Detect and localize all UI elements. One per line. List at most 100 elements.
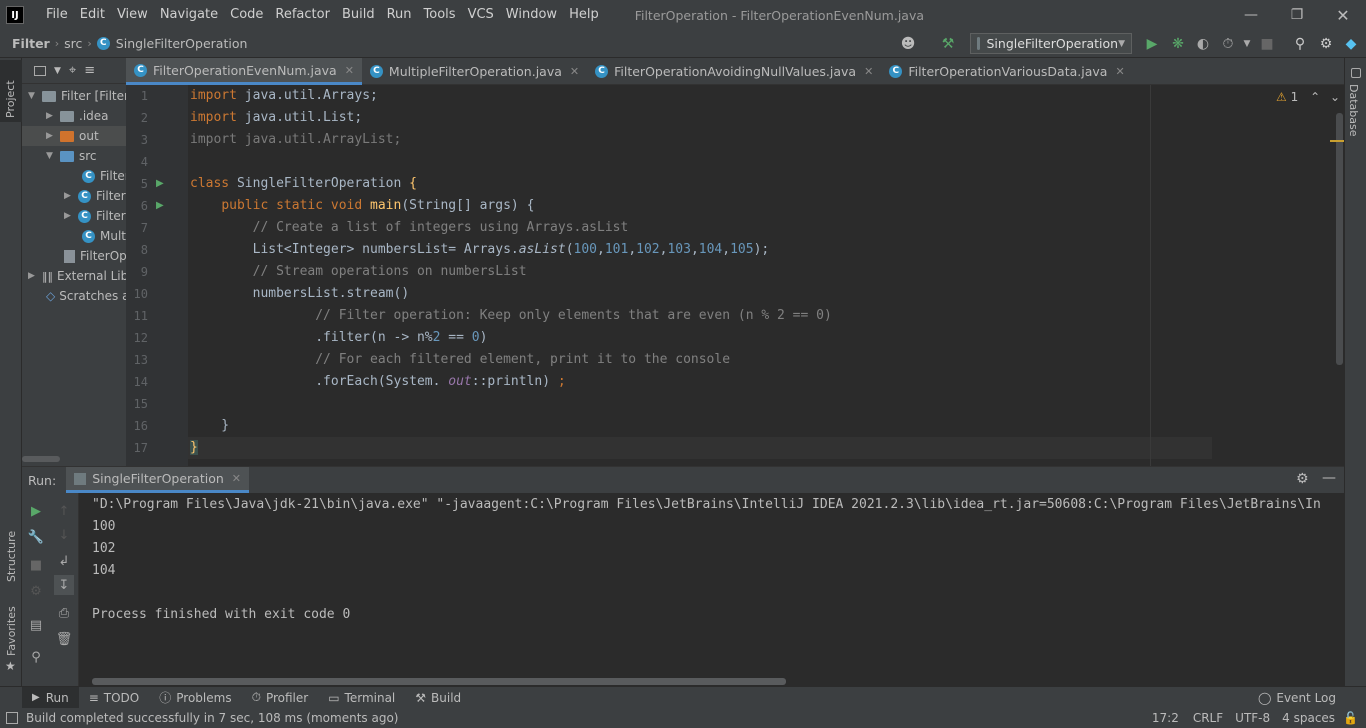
chevron-down-icon[interactable]: ▼: [54, 66, 61, 76]
menu-edit[interactable]: Edit: [74, 0, 111, 30]
layout-icon[interactable]: ▤: [26, 615, 46, 635]
chevron-down-icon[interactable]: ⌄: [1330, 90, 1340, 104]
project-tool-tab[interactable]: Project: [0, 60, 22, 122]
close-tab-icon[interactable]: ✕: [232, 472, 241, 485]
close-window-icon[interactable]: ✕: [1320, 0, 1366, 30]
settings-gear-icon[interactable]: ⚙: [1296, 471, 1309, 487]
bottom-tab-todo[interactable]: ≡ TODO: [79, 687, 150, 709]
print-icon[interactable]: ⎙: [54, 603, 74, 623]
tab-filter-various-data[interactable]: C FilterOperationVariousData.java ✕: [881, 58, 1132, 85]
database-icon[interactable]: [1351, 68, 1361, 78]
run-gutter-icon[interactable]: ▶: [156, 178, 164, 189]
line-separator[interactable]: CRLF: [1193, 711, 1223, 725]
arrow-up-icon[interactable]: ↑: [54, 501, 74, 521]
bottom-tab-profiler[interactable]: ⏱ Profiler: [242, 687, 319, 709]
breadcrumb-project[interactable]: Filter: [9, 36, 53, 51]
lock-icon[interactable]: 🔓: [1343, 711, 1358, 725]
menu-code[interactable]: Code: [224, 0, 269, 30]
trash-icon[interactable]: 🗑: [54, 629, 74, 649]
tree-item-src[interactable]: ▼ src: [46, 146, 97, 166]
debug-bug-icon[interactable]: ❋: [1168, 34, 1188, 54]
file-encoding[interactable]: UTF-8: [1235, 711, 1270, 725]
wrench-icon[interactable]: 🔧: [26, 527, 46, 547]
bottom-tab-problems[interactable]: ⓘ Problems: [149, 687, 241, 709]
settings-gear-icon[interactable]: ⚙: [1316, 34, 1336, 54]
tab-filter-avoiding-null[interactable]: C FilterOperationAvoidingNullValues.java…: [587, 58, 881, 85]
breadcrumb-src[interactable]: src: [61, 36, 85, 51]
menu-help[interactable]: Help: [563, 0, 605, 30]
coverage-icon[interactable]: ◐: [1193, 34, 1213, 54]
soft-wrap-icon[interactable]: ↲: [54, 551, 74, 571]
menu-file[interactable]: File: [40, 0, 74, 30]
run-gutter-icon[interactable]: ▶: [156, 200, 164, 211]
structure-tool-label[interactable]: Structure: [5, 531, 18, 582]
search-icon[interactable]: ⚲: [1290, 34, 1310, 54]
locate-target-icon[interactable]: ⌖: [69, 63, 76, 78]
console-horizontal-scrollbar[interactable]: [92, 678, 786, 685]
menu-build[interactable]: Build: [336, 0, 381, 30]
arrow-down-icon[interactable]: ↓: [54, 525, 74, 545]
bottom-tab-build[interactable]: ⚒ Build: [405, 687, 471, 709]
tree-item-project-root[interactable]: ▼Filter [Filter]: [28, 86, 126, 106]
run-tab[interactable]: SingleFilterOperation ✕: [66, 467, 249, 493]
close-tab-icon[interactable]: ✕: [1115, 65, 1124, 78]
run-configuration-select[interactable]: SingleFilterOperation ▼: [970, 33, 1132, 54]
restore-icon[interactable]: ❐: [1274, 0, 1320, 30]
collapse-all-icon[interactable]: ≡: [84, 63, 95, 78]
breadcrumb-class[interactable]: SingleFilterOperation: [113, 36, 251, 51]
tree-item-class[interactable]: ▶CFilterOperationVariousData: [64, 206, 126, 226]
java-class-icon: C: [96, 37, 110, 50]
tree-item-iml[interactable]: FilterOperation.iml: [64, 246, 126, 266]
horizontal-scrollbar[interactable]: [22, 456, 60, 462]
tree-item-scratches[interactable]: ◇Scratches and Consoles: [46, 286, 126, 306]
more-run-chevron-icon[interactable]: ▼: [1237, 34, 1257, 54]
tree-item-class[interactable]: ▶CFilterOperationEvenNum: [64, 186, 126, 206]
indent-setting[interactable]: 4 spaces: [1282, 711, 1335, 725]
menu-tools[interactable]: Tools: [418, 0, 462, 30]
stop-icon[interactable]: ■: [1257, 34, 1277, 54]
tree-item-class[interactable]: CFilterOperationAvoidingNullValues: [82, 166, 126, 186]
dump-threads-icon[interactable]: ⚙: [26, 581, 46, 601]
database-tool-label[interactable]: Database: [1347, 84, 1360, 137]
hide-panel-icon[interactable]: —: [1322, 470, 1336, 486]
chevron-up-icon[interactable]: ⌃: [1310, 90, 1320, 104]
project-view-icon[interactable]: [34, 65, 46, 76]
tree-item-out[interactable]: ▶ out: [22, 126, 126, 146]
bottom-tab-run[interactable]: ▶ Run: [22, 686, 79, 709]
bottom-tab-terminal[interactable]: ▭ Terminal: [318, 687, 405, 709]
close-tab-icon[interactable]: ✕: [345, 64, 354, 77]
menu-vcs[interactable]: VCS: [462, 0, 500, 30]
close-tab-icon[interactable]: ✕: [570, 65, 579, 78]
vertical-scrollbar[interactable]: [1336, 113, 1343, 365]
tree-item-class[interactable]: CMultipleFilterOperation: [82, 226, 126, 246]
run-icon[interactable]: ▶: [1142, 34, 1162, 54]
tree-item-idea[interactable]: ▶ .idea: [46, 106, 109, 126]
menu-view[interactable]: View: [111, 0, 154, 30]
chevron-down-icon: ▼: [1118, 38, 1125, 49]
pin-icon[interactable]: ⚲: [26, 647, 46, 667]
menu-run[interactable]: Run: [381, 0, 418, 30]
stop-icon[interactable]: ■: [26, 555, 46, 575]
tree-item-external-libraries[interactable]: ▶‖‖External Libraries: [28, 266, 126, 286]
menu-refactor[interactable]: Refactor: [269, 0, 336, 30]
build-hammer-icon[interactable]: ⚒: [938, 34, 958, 54]
favorites-tool-label[interactable]: Favorites: [5, 606, 18, 656]
profile-icon[interactable]: ⏱: [1218, 34, 1238, 54]
rerun-icon[interactable]: ▶: [26, 501, 46, 521]
menu-window[interactable]: Window: [500, 0, 563, 30]
menu-navigate[interactable]: Navigate: [154, 0, 224, 30]
tab-multiple-filter-operation[interactable]: C MultipleFilterOperation.java ✕: [362, 58, 587, 85]
warning-stripe-marker[interactable]: [1330, 140, 1344, 142]
code-editor[interactable]: 1 2 3 4 5 6 7 8 9 10 11 12 13 14 15 16 1…: [126, 85, 1344, 466]
event-log-button[interactable]: ◯ Event Log: [1248, 687, 1346, 709]
toggle-tool-windows-icon[interactable]: [6, 712, 18, 724]
close-tab-icon[interactable]: ✕: [864, 65, 873, 78]
tab-filter-operation-even-num[interactable]: C FilterOperationEvenNum.java ✕: [126, 58, 362, 85]
inspection-widget[interactable]: ⚠ 1 ⌃ ⌄: [1276, 90, 1340, 104]
status-message[interactable]: Build completed successfully in 7 sec, 1…: [26, 711, 398, 725]
caret-position[interactable]: 17:2: [1152, 711, 1179, 725]
user-icon[interactable]: ☻: [898, 34, 918, 54]
scroll-to-end-icon[interactable]: ↧: [54, 575, 74, 595]
minimize-icon[interactable]: —: [1228, 0, 1274, 30]
toolbox-icon[interactable]: ◆: [1341, 34, 1361, 54]
